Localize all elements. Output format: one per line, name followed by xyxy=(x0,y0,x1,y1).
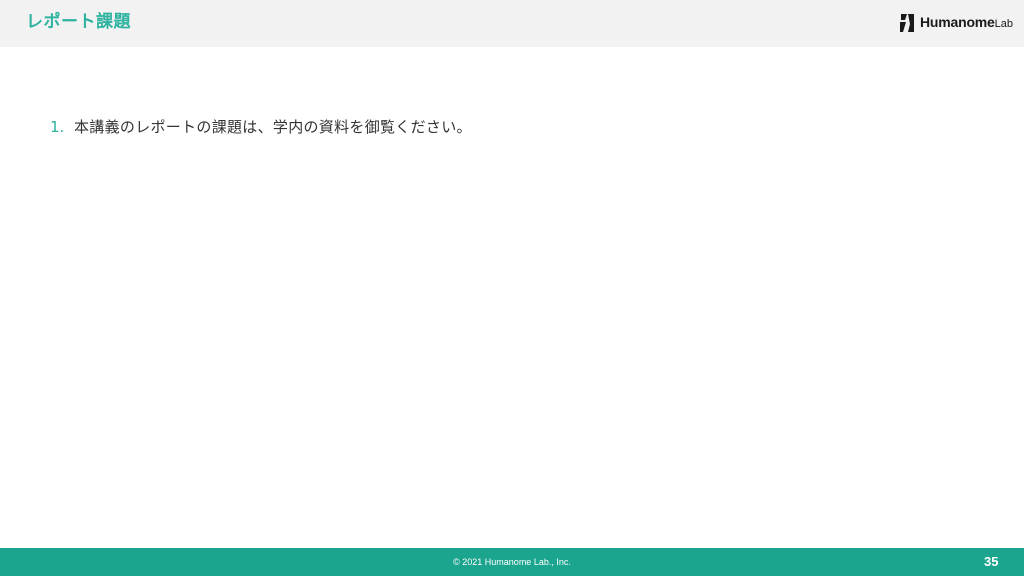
company-logo: HumanomeLab xyxy=(898,12,1013,34)
slide-header: レポート課題 HumanomeLab xyxy=(0,0,1024,47)
slide-footer: © 2021 Humanome Lab., Inc. 35 xyxy=(0,548,1024,576)
slide-content: 1. 本講義のレポートの課題は、学内の資料を御覧ください。 xyxy=(50,115,950,139)
logo-text-sub: Lab xyxy=(994,18,1013,30)
list-item-number: 1. xyxy=(50,118,65,136)
logo-wordmark: HumanomeLab xyxy=(920,12,1013,34)
humanome-logo-icon xyxy=(900,14,914,32)
list-item-text: 本講義のレポートの課題は、学内の資料を御覧ください。 xyxy=(74,118,472,136)
list-item: 1. 本講義のレポートの課題は、学内の資料を御覧ください。 xyxy=(50,115,950,139)
page-number: 35 xyxy=(984,554,999,569)
logo-text-main: Humanome xyxy=(920,14,995,30)
slide-title: レポート課題 xyxy=(26,12,131,32)
copyright-text: © 2021 Humanome Lab., Inc. xyxy=(453,557,571,567)
